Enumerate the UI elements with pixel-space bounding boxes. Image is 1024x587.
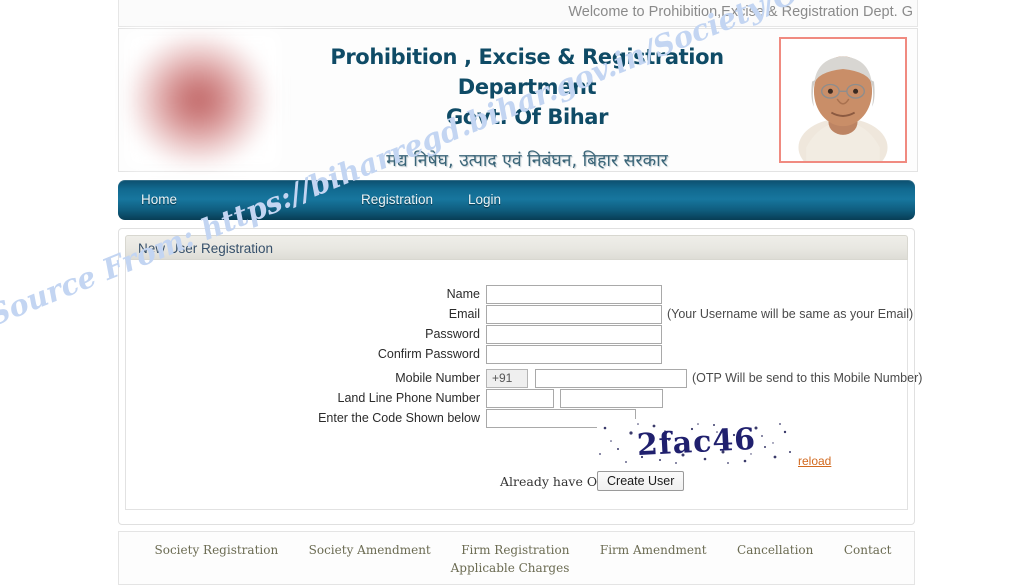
main-navigation: Home Registration Login [118, 180, 915, 220]
page-root: Welcome to Prohibition,Excise & Registra… [0, 0, 1024, 587]
email-label: Email [448, 307, 480, 321]
mobile-otp-hint: (OTP Will be send to this Mobile Number) [692, 371, 923, 385]
footer-link-society-registration[interactable]: Society Registration [155, 543, 279, 557]
form-row-name: Name [126, 284, 662, 304]
nav-item-home[interactable]: Home [141, 192, 177, 207]
footer-link-society-amendment[interactable]: Society Amendment [309, 543, 431, 557]
captcha-code-text: 2fac46 [636, 421, 757, 464]
form-row-captcha: Enter the Code Shown below [126, 408, 636, 428]
form-row-landline: Land Line Phone Number [126, 388, 663, 408]
create-user-button[interactable]: Create User [597, 471, 685, 491]
name-label: Name [446, 287, 480, 301]
captcha-reload-link[interactable]: reload [798, 454, 831, 468]
password-label: Password [425, 327, 480, 341]
nav-item-login[interactable]: Login [468, 192, 501, 207]
mobile-number-input[interactable] [535, 368, 687, 388]
form-row-mobile: Mobile Number +91 (OTP Will be send to t… [126, 368, 922, 388]
footer-link-firm-amendment[interactable]: Firm Amendment [600, 543, 707, 557]
page-title: New User Registration [138, 241, 274, 256]
email-hint: (Your Username will be same as your Emai… [667, 307, 914, 321]
department-title-line1: Prohibition , Excise & Registration Depa… [330, 45, 724, 99]
captcha-label: Enter the Code Shown below [318, 411, 480, 425]
mobile-number-label: Mobile Number [395, 371, 480, 385]
form-row-password: Password [126, 324, 662, 344]
welcome-message: Welcome to Prohibition,Excise & Registra… [568, 4, 913, 20]
top-welcome-bar: Welcome to Prohibition,Excise & Registra… [118, 0, 918, 27]
site-footer: Society Registration Society Amendment F… [118, 531, 915, 587]
email-input[interactable] [486, 304, 662, 324]
form-row-email: Email (Your Username will be same as you… [126, 304, 913, 324]
bihar-government-emblem-icon [127, 33, 279, 167]
footer-link-firm-registration[interactable]: Firm Registration [461, 543, 569, 557]
panel-header: New User Registration [125, 235, 908, 260]
landline-label: Land Line Phone Number [337, 391, 480, 405]
site-banner: Prohibition , Excise & Registration Depa… [118, 28, 918, 172]
registration-panel: New User Registration Name Email (Your U… [118, 228, 922, 525]
landline-std-input[interactable] [486, 388, 554, 408]
footer-links: Society Registration Society Amendment F… [119, 541, 914, 577]
portrait-image [781, 39, 905, 161]
password-input[interactable] [486, 324, 662, 344]
registration-form: Name Email (Your Username will be same a… [125, 260, 922, 510]
confirm-password-input[interactable] [486, 344, 662, 364]
mobile-country-code: +91 [486, 368, 528, 388]
banner-titles: Prohibition , Excise & Registration Depa… [287, 43, 767, 172]
department-title-hindi: मद्य निषेघ, उत्पाद एवं निबंघन, बिहार सरक… [386, 151, 668, 172]
footer-link-cancellation[interactable]: Cancellation [737, 543, 813, 557]
department-title-line2: Govt. Of Bihar [445, 104, 609, 129]
confirm-password-label: Confirm Password [377, 347, 480, 361]
captcha-image: 2fac46 [597, 419, 796, 466]
chief-minister-portrait [779, 37, 907, 163]
form-row-confirm-password: Confirm Password [126, 344, 662, 364]
nav-item-registration[interactable]: Registration [361, 192, 433, 207]
landline-number-input[interactable] [560, 388, 663, 408]
name-input[interactable] [486, 284, 662, 304]
